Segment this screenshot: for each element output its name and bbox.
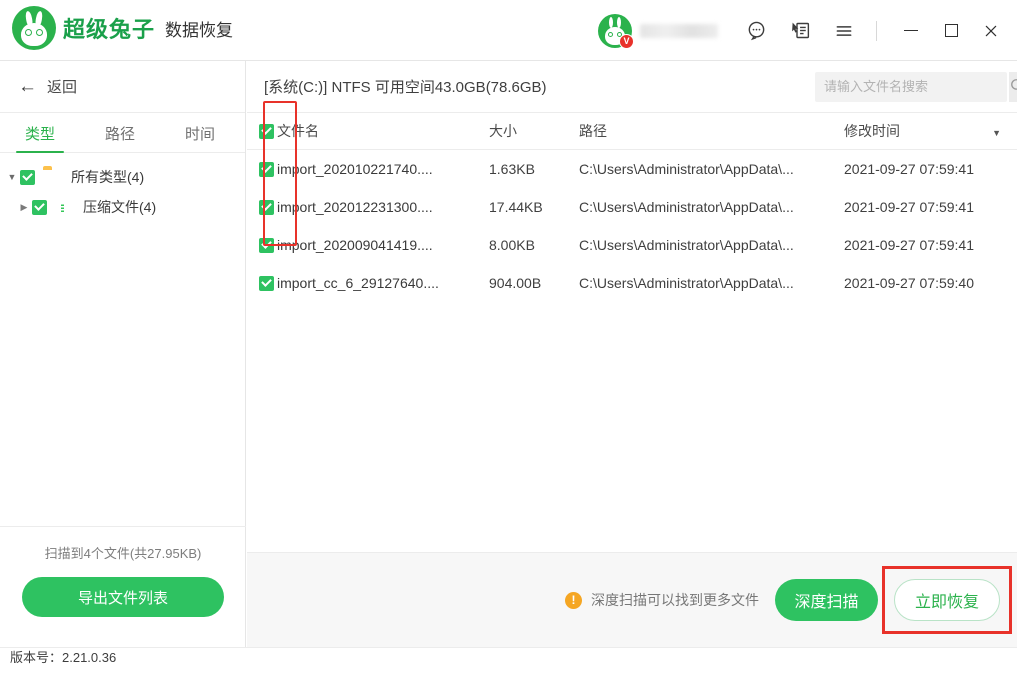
brand-subtitle: 数据恢复 <box>165 20 234 40</box>
column-header-time[interactable]: 修改时间 <box>844 121 994 141</box>
table-header: 文件名 大小 路径 修改时间 ▼ <box>247 113 1017 150</box>
row-checkbox[interactable] <box>247 275 277 291</box>
sidebar-tabs: 类型 路径 时间 <box>0 113 245 153</box>
title-bar: 超级兔子 数据恢复 V <box>0 0 1017 61</box>
deep-scan-hint-text: 深度扫描可以找到更多文件 <box>591 592 759 608</box>
tree-item-archive-label: 压缩文件(4) <box>83 199 157 215</box>
table-row[interactable]: import_cc_6_29127640.... 904.00B C:\User… <box>247 264 1017 302</box>
maximize-button[interactable] <box>935 15 967 47</box>
chevron-right-icon[interactable]: ▶ <box>16 202 32 213</box>
cell-file-name: import_202009041419.... <box>277 237 433 253</box>
cell-file-time: 2021-09-27 07:59:40 <box>844 275 974 291</box>
row-checkbox[interactable] <box>247 237 277 253</box>
folder-icon <box>43 169 62 185</box>
cell-file-name: import_202010221740.... <box>277 161 433 177</box>
recover-now-button[interactable]: 立即恢复 <box>894 579 1000 621</box>
back-button[interactable]: ← 返回 <box>0 61 245 113</box>
cell-file-path: C:\Users\Administrator\AppData\... <box>579 161 794 177</box>
cell-file-time: 2021-09-27 07:59:41 <box>844 199 974 215</box>
tab-path-label: 路径 <box>104 126 135 143</box>
chevron-down-icon[interactable]: ▼ <box>4 172 20 182</box>
row-checkbox[interactable] <box>247 199 277 215</box>
cell-file-path: C:\Users\Administrator\AppData\... <box>579 275 794 291</box>
brand-name: 超级兔子 <box>63 17 156 42</box>
drive-label: [系统(C:)] NTFS 可用空间43.0GB(78.6GB) <box>264 79 547 96</box>
column-header-size[interactable]: 大小 <box>489 121 579 141</box>
warning-icon: ! <box>565 591 582 609</box>
archive-file-icon <box>55 199 74 215</box>
titlebar-actions: V <box>598 0 1007 61</box>
category-tree: ▼ 所有类型(4) ▶ 压缩文件(4) <box>0 153 245 222</box>
cell-file-size: 904.00B <box>489 275 542 291</box>
search-icon <box>1009 77 1017 97</box>
tree-checkbox-archive[interactable] <box>32 199 47 215</box>
drive-bar: [系统(C:)] NTFS 可用空间43.0GB(78.6GB) <box>247 61 1017 113</box>
arrow-left-icon: ← <box>18 76 37 97</box>
minimize-button[interactable] <box>895 15 927 47</box>
vip-badge: V <box>619 33 634 49</box>
avatar[interactable]: V <box>598 13 634 49</box>
recover-button-wrap: 立即恢复 <box>882 566 1012 634</box>
tab-type-label: 类型 <box>24 126 55 143</box>
feedback-icon[interactable] <box>785 16 815 46</box>
search-box[interactable] <box>815 71 1017 102</box>
table-row[interactable]: import_202010221740.... 1.63KB C:\Users\… <box>247 150 1017 188</box>
search-input[interactable] <box>815 79 1009 94</box>
column-options-caret-icon[interactable]: ▼ <box>992 128 1001 138</box>
app-window: 超级兔子 数据恢复 V ← 返回 类型 路径 时间 ▼ 所有类型(4) ▶ 压缩… <box>0 0 1017 674</box>
cell-file-path: C:\Users\Administrator\AppData\... <box>579 199 794 215</box>
row-checkbox[interactable] <box>247 161 277 177</box>
main-panel: [系统(C:)] NTFS 可用空间43.0GB(78.6GB) 文件名 <box>247 61 1017 552</box>
tab-time-label: 时间 <box>184 126 215 143</box>
tab-path[interactable]: 路径 <box>80 123 160 152</box>
tree-item-all-types-label: 所有类型(4) <box>71 169 145 185</box>
tab-time[interactable]: 时间 <box>160 123 240 152</box>
version-label: 版本号：2.21.0.36 <box>10 650 117 665</box>
brand: 超级兔子 数据恢复 <box>12 6 233 50</box>
customer-service-icon[interactable] <box>741 16 771 46</box>
column-header-name[interactable]: 文件名 <box>277 121 489 141</box>
export-file-list-button[interactable]: 导出文件列表 <box>22 577 224 617</box>
username-label <box>640 23 718 38</box>
rabbit-logo-icon <box>12 6 56 50</box>
menu-icon[interactable] <box>829 16 859 46</box>
cell-file-time: 2021-09-27 07:59:41 <box>844 161 974 177</box>
cell-file-path: C:\Users\Administrator\AppData\... <box>579 237 794 253</box>
close-icon[interactable] <box>975 15 1007 47</box>
sidebar-footer: 扫描到4个文件(共27.95KB) 导出文件列表 <box>0 526 246 647</box>
deep-scan-button[interactable]: 深度扫描 <box>775 579 878 621</box>
cell-file-size: 1.63KB <box>489 161 535 177</box>
bottom-action-bar: ! 深度扫描可以找到更多文件 深度扫描 立即恢复 <box>247 552 1017 647</box>
file-table-body: import_202010221740.... 1.63KB C:\Users\… <box>247 150 1017 302</box>
cell-file-name: import_202012231300.... <box>277 199 433 215</box>
cell-file-time: 2021-09-27 07:59:41 <box>844 237 974 253</box>
divider <box>876 20 877 41</box>
cell-file-size: 8.00KB <box>489 237 535 253</box>
search-button[interactable] <box>1009 71 1017 102</box>
status-bar <box>0 647 1017 674</box>
select-all-checkbox[interactable] <box>247 123 277 139</box>
deep-scan-hint: ! 深度扫描可以找到更多文件 <box>565 590 759 610</box>
cell-file-size: 17.44KB <box>489 199 543 215</box>
sidebar: ← 返回 类型 路径 时间 ▼ 所有类型(4) ▶ 压缩文件(4) 扫描到4个文… <box>0 61 246 647</box>
tree-item-archive[interactable]: ▶ 压缩文件(4) <box>0 192 245 222</box>
tree-item-all-types[interactable]: ▼ 所有类型(4) <box>0 162 245 192</box>
tree-checkbox-all-types[interactable] <box>20 169 35 185</box>
cell-file-name: import_cc_6_29127640.... <box>277 275 439 291</box>
back-label: 返回 <box>47 79 78 96</box>
table-row[interactable]: import_202012231300.... 17.44KB C:\Users… <box>247 188 1017 226</box>
scan-status: 扫描到4个文件(共27.95KB) <box>44 546 202 561</box>
tab-type[interactable]: 类型 <box>0 123 80 153</box>
table-row[interactable]: import_202009041419.... 8.00KB C:\Users\… <box>247 226 1017 264</box>
column-header-path[interactable]: 路径 <box>579 121 844 141</box>
